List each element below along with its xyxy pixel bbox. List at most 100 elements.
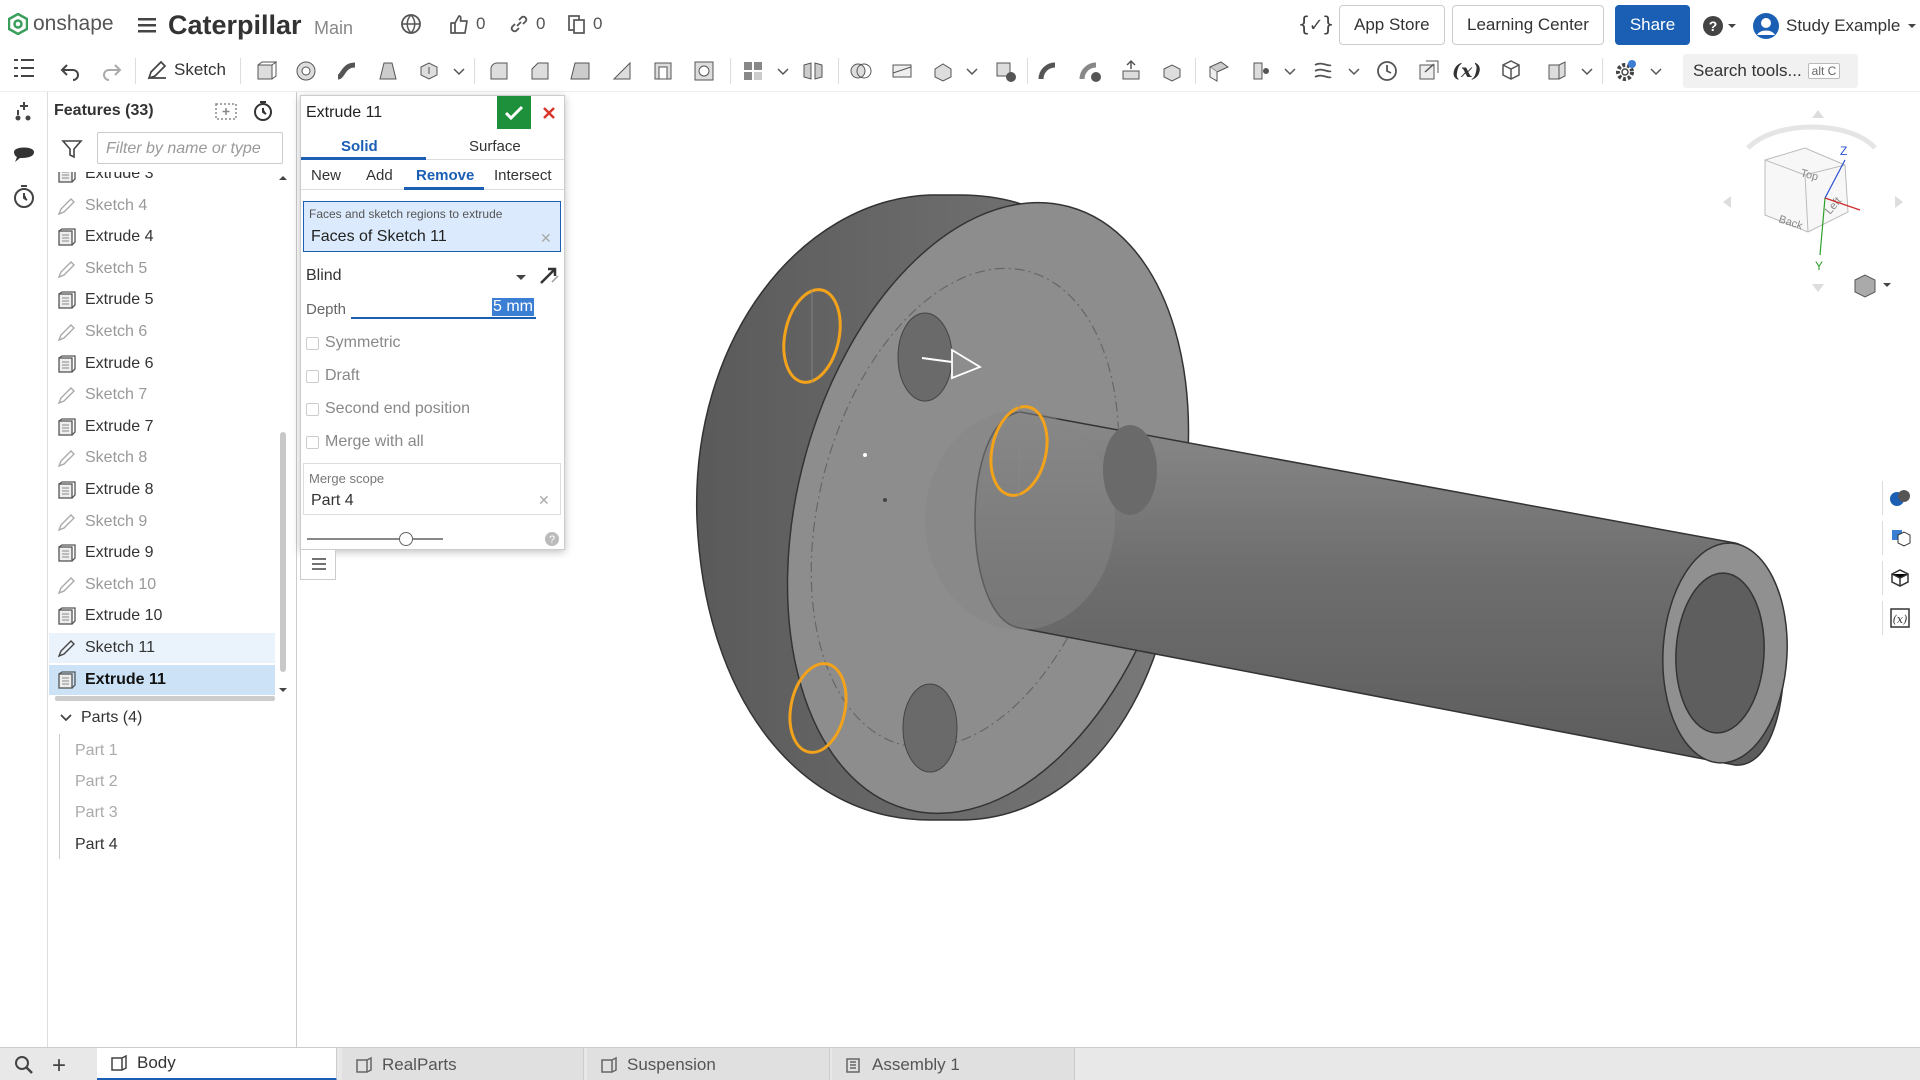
chamfer-tool-icon[interactable] <box>527 58 553 84</box>
part-item[interactable]: Part 4 <box>75 836 118 854</box>
merge-scope-field[interactable]: Merge scope Part 4 ✕ <box>303 463 561 515</box>
search-tabs-icon[interactable] <box>12 1053 36 1077</box>
rib-tool-icon[interactable] <box>609 58 635 84</box>
shell-tool-icon[interactable] <box>650 58 676 84</box>
globe-icon[interactable] <box>400 13 422 35</box>
part-item[interactable]: Part 3 <box>75 804 118 822</box>
second-end-checkbox[interactable]: Second end position <box>306 400 470 418</box>
revolve-tool-icon[interactable] <box>293 58 319 84</box>
chevron-down-icon[interactable] <box>1650 67 1662 77</box>
feature-item[interactable]: Extrude 5 <box>49 285 275 315</box>
boolean-tool-icon[interactable] <box>848 58 874 84</box>
feature-item[interactable]: Extrude 4 <box>49 222 275 252</box>
tab-solid[interactable]: Solid <box>341 138 378 155</box>
chevron-down-icon[interactable] <box>966 67 978 77</box>
feature-item[interactable]: Extrude 8 <box>49 475 275 505</box>
replace-face-icon[interactable] <box>1159 58 1185 84</box>
slider-knob[interactable] <box>399 532 413 546</box>
hole-tool-icon[interactable] <box>691 58 717 84</box>
draft-tool-icon[interactable] <box>568 58 594 84</box>
app-store-button[interactable]: App Store <box>1339 5 1445 45</box>
delete-part-icon[interactable] <box>992 58 1018 84</box>
feature-item[interactable]: Sketch 10 <box>49 570 275 600</box>
scroll-up-icon[interactable] <box>277 172 289 184</box>
feature-item[interactable]: Sketch 4 <box>49 191 275 221</box>
modify-fillet-icon[interactable] <box>1036 58 1062 84</box>
mate-connector-icon[interactable] <box>1247 58 1273 84</box>
tab-realparts[interactable]: RealParts <box>342 1048 584 1080</box>
rollback-timer-icon[interactable] <box>251 99 275 123</box>
derived-tool-icon[interactable] <box>1415 58 1441 84</box>
chevron-down-icon[interactable] <box>777 67 789 77</box>
extrude-tool-icon[interactable] <box>252 58 278 84</box>
feature-item[interactable]: Extrude 6 <box>49 349 275 379</box>
pattern-tool-icon[interactable] <box>740 58 766 84</box>
hamburger-menu-icon[interactable] <box>136 14 158 36</box>
add-folder-icon[interactable] <box>214 100 238 122</box>
selection-field[interactable]: Faces and sketch regions to extrude Face… <box>303 201 561 252</box>
op-intersect[interactable]: Intersect <box>494 167 552 184</box>
tab-assembly-1[interactable]: Assembly 1 <box>832 1048 1075 1080</box>
delete-face-icon[interactable] <box>1077 58 1103 84</box>
help-icon[interactable]: ? <box>1702 15 1738 37</box>
op-new[interactable]: New <box>311 167 341 184</box>
variable-tool-icon[interactable]: (x) <box>1452 60 1481 82</box>
feature-item[interactable]: Sketch 7 <box>49 380 275 410</box>
feature-item[interactable]: Extrude 11 <box>49 664 275 695</box>
plane-tool-icon[interactable] <box>1206 58 1232 84</box>
part-item[interactable]: Part 2 <box>75 773 118 791</box>
branch-name[interactable]: Main <box>314 18 353 39</box>
clear-scope-icon[interactable]: ✕ <box>538 492 550 509</box>
op-remove[interactable]: Remove <box>416 167 474 184</box>
appearance-panel-icon[interactable] <box>1882 481 1916 515</box>
part-item[interactable]: Part 1 <box>75 742 118 760</box>
depth-input[interactable]: 5 mm <box>351 297 536 319</box>
helix-tool-icon[interactable] <box>1310 58 1336 84</box>
dialog-collapse-tab[interactable] <box>300 550 336 580</box>
custom-features-gear-icon[interactable] <box>1612 58 1638 84</box>
tab-body[interactable]: Body <box>97 1048 337 1080</box>
fillet-tool-icon[interactable] <box>486 58 512 84</box>
learning-center-button[interactable]: Learning Center <box>1452 5 1604 45</box>
redo-icon[interactable] <box>100 59 124 83</box>
mirror-tool-icon[interactable] <box>800 58 826 84</box>
likes-counter[interactable]: 0 <box>448 13 485 35</box>
symmetric-checkbox[interactable]: Symmetric <box>306 334 401 352</box>
split-tool-icon[interactable] <box>889 58 915 84</box>
feature-item[interactable]: Extrude 3 <box>49 172 275 189</box>
mate-panel-icon[interactable] <box>1882 561 1916 595</box>
insert-icon[interactable] <box>10 98 38 126</box>
view-mode-dropdown-icon[interactable] <box>1854 274 1891 298</box>
measure-tool-icon[interactable] <box>1374 58 1400 84</box>
feature-list-scrollbar[interactable] <box>277 172 289 790</box>
search-tools-input[interactable]: Search tools... alt C <box>1683 54 1858 88</box>
tab-suspension[interactable]: Suspension <box>587 1048 830 1080</box>
chevron-down-icon[interactable] <box>453 67 465 77</box>
feature-list-icon[interactable] <box>10 54 38 82</box>
loft-tool-icon[interactable] <box>375 58 401 84</box>
copies-counter[interactable]: 0 <box>565 13 602 35</box>
chevron-down-icon[interactable] <box>1348 67 1360 77</box>
clear-selection-icon[interactable]: ✕ <box>540 230 552 247</box>
feature-item[interactable]: Sketch 6 <box>49 317 275 347</box>
thicken-tool-icon[interactable] <box>416 58 442 84</box>
history-stopwatch-icon[interactable] <box>10 182 38 210</box>
feature-item[interactable]: Sketch 8 <box>49 443 275 473</box>
feature-item[interactable]: Sketch 5 <box>49 254 275 284</box>
scroll-down-icon[interactable] <box>277 684 289 696</box>
feature-filter-input[interactable]: Filter by name or type <box>97 132 283 164</box>
chevron-down-icon[interactable] <box>1581 67 1593 77</box>
variables-panel-icon[interactable]: (x) <box>1882 601 1916 635</box>
confirm-button[interactable] <box>497 96 531 129</box>
feature-item[interactable]: Sketch 9 <box>49 507 275 537</box>
tab-surface[interactable]: Surface <box>469 138 521 155</box>
end-type-select[interactable]: Blind <box>306 267 342 285</box>
cancel-button[interactable] <box>535 96 563 129</box>
view-cube[interactable]: Top Left Back Z Y <box>1723 110 1903 292</box>
user-menu[interactable]: Study Example <box>1752 12 1918 40</box>
horizontal-scrollbar[interactable] <box>55 696 275 701</box>
draft-checkbox[interactable]: Draft <box>306 367 360 385</box>
parts-panel-icon[interactable] <box>1882 521 1916 555</box>
flip-direction-icon[interactable] <box>538 264 560 286</box>
onshape-logo[interactable]: onshape <box>8 12 114 36</box>
